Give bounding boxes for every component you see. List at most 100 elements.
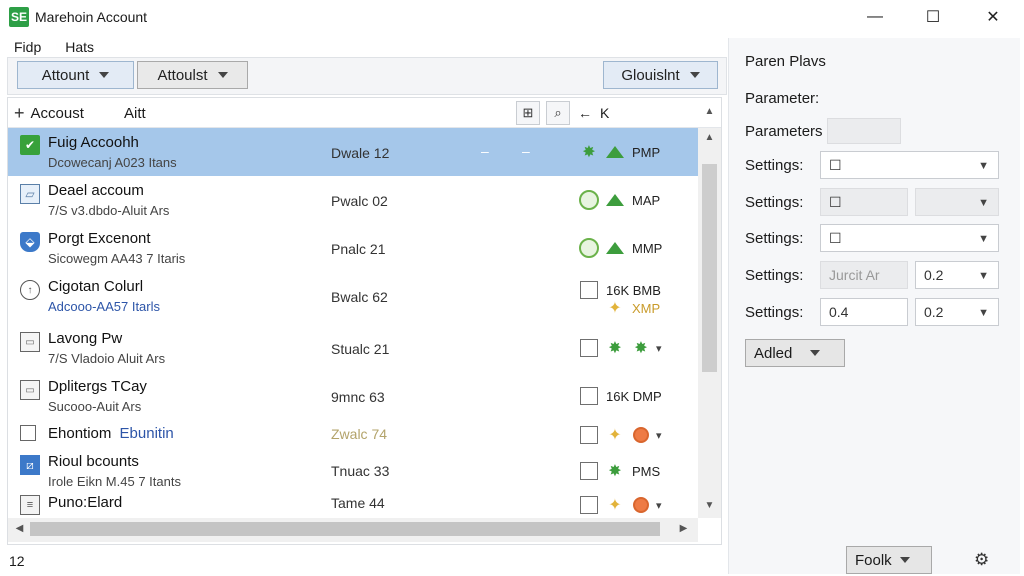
- settings-dropdown[interactable]: ☐ ▼: [820, 224, 999, 252]
- green-circle-icon[interactable]: [578, 237, 600, 259]
- row-value: Pnalc 21: [331, 241, 386, 257]
- footer-button-label: Foolk: [855, 551, 892, 569]
- row-checkbox[interactable]: [578, 494, 600, 516]
- settings-dropdown[interactable]: ☐ ▼: [820, 151, 999, 179]
- parameters-field[interactable]: [827, 118, 901, 144]
- settings-field[interactable]: ☐: [820, 188, 908, 216]
- menu-item-2[interactable]: Hats: [65, 39, 94, 55]
- row-dash: –: [522, 143, 530, 159]
- green-up-icon[interactable]: [604, 189, 626, 211]
- window-title: Marehoin Account: [35, 9, 148, 25]
- green-up-icon[interactable]: [604, 141, 626, 163]
- vertical-scrollbar[interactable]: ▲ ▲ ▼: [698, 106, 721, 518]
- add-account-button[interactable]: + Accoust: [14, 103, 84, 124]
- row-checkbox[interactable]: [578, 424, 600, 446]
- zoom-icon[interactable]: ⌕: [546, 101, 570, 125]
- row-actions: ✸ PMS: [578, 459, 660, 483]
- chevron-down-icon: ▼: [978, 270, 989, 282]
- table-row[interactable]: ≡ Puno:Elard Tame 44 ✦ ▾: [8, 490, 698, 518]
- chevron-down-icon[interactable]: ▾: [656, 429, 662, 442]
- chevron-down-icon: [217, 72, 228, 78]
- settings-field[interactable]: Jurcit Ar: [820, 261, 908, 289]
- chevron-down-icon: [899, 557, 910, 563]
- settings-field[interactable]: 0.4: [820, 298, 908, 326]
- row-title: Deael accoum: [48, 182, 144, 199]
- chevron-down-icon: [810, 350, 821, 356]
- settings-value: Jurcit Ar: [829, 267, 880, 283]
- green-star-icon[interactable]: ✸: [604, 337, 626, 359]
- parameters-panel: Paren Plavs Parameter: Parameters Settin…: [728, 38, 1020, 574]
- alt-label[interactable]: Aitt: [124, 105, 146, 122]
- global-dropdown[interactable]: Glouislnt: [603, 61, 718, 89]
- row-actions: ✸ ✸ ▾: [578, 336, 662, 360]
- grid-icon[interactable]: ⊞: [516, 101, 540, 125]
- blue-box-icon: ⧄: [20, 455, 40, 475]
- k-label: K: [600, 105, 610, 121]
- orange-circle-icon[interactable]: [630, 494, 652, 516]
- settings-value: ☐: [829, 193, 842, 210]
- item-count: 12: [9, 553, 25, 569]
- account-list-dropdown[interactable]: Attoulst: [137, 61, 248, 89]
- account-rows: ✔ Fuig Accoohh Dcowecanj A023 Itans Dwal…: [8, 128, 698, 518]
- settings-dropdown[interactable]: ▼: [915, 188, 999, 216]
- settings-label: Settings:: [745, 267, 804, 284]
- table-row[interactable]: ▭ Lavong Pw 7/S Vladoio Aluit Ars Stualc…: [8, 320, 698, 372]
- row-checkbox[interactable]: [578, 337, 600, 359]
- row-checkbox[interactable]: [578, 385, 600, 407]
- green-star-icon[interactable]: ✸: [630, 337, 652, 359]
- row-actions: 16K DMP: [578, 384, 662, 408]
- table-row[interactable]: ▭ Dplitergs TCay Sucooo-Auit Ars 9mnc 63…: [8, 372, 698, 420]
- horizontal-scrollbar[interactable]: ◀ ▶: [8, 518, 698, 542]
- add-dropdown-button[interactable]: Adled: [745, 339, 845, 367]
- minimize-button[interactable]: —: [846, 0, 904, 34]
- back-arrow-icon[interactable]: ←: [578, 105, 592, 121]
- horizontal-scroll-thumb[interactable]: [30, 522, 660, 536]
- table-row[interactable]: ✔ Fuig Accoohh Dcowecanj A023 Itans Dwal…: [8, 128, 698, 176]
- table-row[interactable]: Ehontiom Ebunitin Zwalc 74 ✦ ▾: [8, 420, 698, 450]
- row-checkbox[interactable]: [578, 279, 600, 301]
- vertical-scroll-thumb[interactable]: [702, 164, 717, 372]
- chevron-down-icon: ▼: [978, 307, 989, 319]
- folder-icon: ▭: [20, 380, 40, 400]
- maximize-button[interactable]: ☐: [904, 0, 962, 34]
- green-star-icon[interactable]: ✸: [604, 460, 626, 482]
- chevron-down-icon[interactable]: ▾: [656, 342, 662, 355]
- yellow-star-icon[interactable]: ✦: [604, 494, 626, 516]
- row-checkbox[interactable]: [578, 460, 600, 482]
- chevron-down-icon: ▼: [978, 197, 989, 209]
- scroll-up-icon[interactable]: ▲: [698, 106, 721, 117]
- scroll-up-icon[interactable]: ▲: [698, 132, 721, 143]
- settings-label: Settings:: [745, 157, 804, 174]
- row-value: Pwalc 02: [331, 193, 388, 209]
- row-subtitle: Dcowecanj A023 Itans: [48, 155, 177, 170]
- yellow-star-icon[interactable]: ✦: [604, 297, 626, 319]
- settings-dropdown[interactable]: 0.2 ▼: [915, 298, 999, 326]
- row-value: Stualc 21: [331, 341, 390, 357]
- green-star-icon[interactable]: ✸: [578, 141, 600, 163]
- chevron-down-icon[interactable]: ▾: [656, 499, 662, 512]
- gear-icon[interactable]: ⚙: [974, 550, 989, 570]
- blank-icon: [20, 425, 36, 441]
- orange-circle-icon[interactable]: [630, 424, 652, 446]
- green-circle-icon[interactable]: [578, 189, 600, 211]
- row-title-link[interactable]: Ebunitin: [120, 425, 174, 442]
- green-up-icon[interactable]: [604, 237, 626, 259]
- toolbar: Attount Attoulst Glouislnt: [7, 57, 727, 95]
- table-row[interactable]: ▱ Deael accoum 7/S v3.dbdo-Aluit Ars Pwa…: [8, 176, 698, 224]
- plus-icon: +: [14, 103, 25, 123]
- table-row[interactable]: ⬙ Porgt Excenont Sicowegm AA43 7 Itaris …: [8, 224, 698, 272]
- footer-dropdown-button[interactable]: Foolk: [846, 546, 932, 574]
- scroll-down-icon[interactable]: ▼: [698, 500, 721, 511]
- yellow-star-icon[interactable]: ✦: [604, 424, 626, 446]
- account-dropdown[interactable]: Attount: [17, 61, 134, 89]
- image-icon: ▱: [20, 184, 40, 204]
- close-button[interactable]: ✕: [964, 0, 1022, 34]
- row-value: Tame 44: [331, 495, 385, 511]
- settings-dropdown[interactable]: 0.2 ▼: [915, 261, 999, 289]
- scroll-left-icon[interactable]: ◀: [8, 523, 31, 534]
- chevron-down-icon: [689, 72, 700, 78]
- menu-item-1[interactable]: Fidp: [14, 39, 41, 55]
- table-row[interactable]: ↑ Cigotan Colurl Adcooo-AA57 Itarls Bwal…: [8, 272, 698, 320]
- settings-value: 0.2: [924, 304, 944, 320]
- scroll-right-icon[interactable]: ▶: [672, 523, 695, 534]
